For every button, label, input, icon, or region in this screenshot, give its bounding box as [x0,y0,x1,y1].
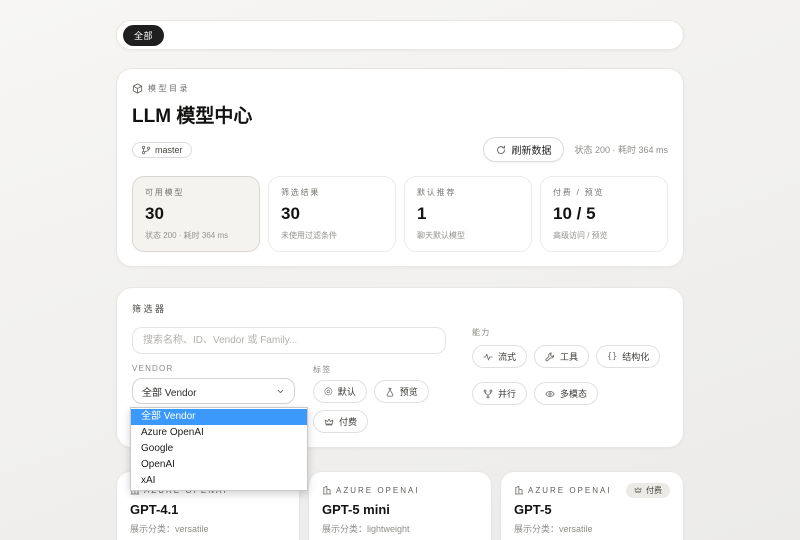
tag-chip-label: 付费 [339,415,357,428]
wrench-icon [545,352,555,362]
capabilities-label: 能力 [472,327,668,338]
refresh-button-label: 刷新数据 [511,142,551,157]
stat-card-available: 可用模型 30 状态 200 · 耗时 364 ms [132,176,260,252]
capability-chip-tools[interactable]: 工具 [534,345,589,368]
tag-chip-label: 默认 [338,385,356,398]
paid-badge: 付费 [626,483,670,498]
vendor-dropdown: 全部 Vendor Azure OpenAI Google OpenAI xAI [130,407,308,491]
capability-chip-label: 流式 [498,350,516,363]
capability-chip-label: 结构化 [622,350,649,363]
header-panel: 模型目录 LLM 模型中心 master 刷新数据 状态 200 · 耗时 36… [116,68,684,267]
stat-card-default: 默认推荐 1 聊天默认模型 [404,176,532,252]
vendor-label: VENDOR [132,364,295,373]
vendor-select-value: 全部 Vendor [142,384,196,399]
branch-badge-label: master [155,145,183,155]
vendor-name: AZURE OPENAI [336,486,420,495]
stat-label: 筛选结果 [281,187,383,198]
filters-title: 筛选器 [132,302,668,315]
stat-card-paid-preview: 付费 / 预览 10 / 5 高级访问 / 预览 [540,176,668,252]
crown-icon [634,486,642,494]
stat-label: 可用模型 [145,187,247,198]
vendor-select[interactable]: 全部 Vendor [132,378,295,404]
model-title: GPT-4.1 [130,502,286,517]
tag-chip-label: 预览 [400,385,418,398]
stat-sub: 未使用过滤条件 [281,230,383,241]
stat-value: 30 [281,204,383,224]
braces-icon: {} [607,352,617,362]
tag-chip-default[interactable]: 默认 [313,380,367,403]
crown-icon [324,417,334,427]
capability-chip-label: 并行 [498,387,516,400]
capability-chip-parallel[interactable]: 并行 [472,382,527,405]
stat-value: 1 [417,204,519,224]
stat-sub: 高级访问 / 预览 [553,230,655,241]
capability-chip-stream[interactable]: 流式 [472,345,527,368]
building-icon [514,485,524,495]
tags-label: 标签 [313,364,446,375]
catalog-box-icon [132,83,143,94]
stat-label: 默认推荐 [417,187,519,198]
refresh-icon [496,145,506,155]
stats-row: 可用模型 30 状态 200 · 耗时 364 ms 筛选结果 30 未使用过滤… [132,176,668,252]
model-title: GPT-5 [514,502,670,517]
target-icon [324,386,333,397]
git-branch-icon [141,145,151,155]
catalog-eyebrow: 模型目录 [132,83,668,94]
capability-chip-label: 工具 [560,350,578,363]
fork-icon [483,389,493,399]
stat-value: 10 / 5 [553,204,655,224]
stat-value: 30 [145,204,247,224]
model-category: 展示分类：versatile [514,522,670,535]
stat-sub: 状态 200 · 耗时 364 ms [145,230,247,241]
building-icon [322,485,332,495]
tag-chip-paid[interactable]: 付费 [313,410,368,433]
page-title: LLM 模型中心 [132,101,668,128]
model-title: GPT-5 mini [322,502,478,517]
capability-chip-structured[interactable]: {} 结构化 [596,345,660,368]
vendor-option-openai[interactable]: OpenAI [131,457,307,473]
status-text: 状态 200 · 耗时 364 ms [574,143,668,156]
stat-sub: 聊天默认模型 [417,230,519,241]
vendor-option-all[interactable]: 全部 Vendor [131,409,307,425]
capability-chip-label: 多模态 [560,387,587,400]
all-filter-button[interactable]: 全部 [123,25,164,46]
stat-card-filtered: 筛选结果 30 未使用过滤条件 [268,176,396,252]
stat-label: 付费 / 预览 [553,187,655,198]
vendor-option-azure-openai[interactable]: Azure OpenAI [131,425,307,441]
chevron-down-icon [276,387,285,396]
model-category: 展示分类：versatile [130,522,286,535]
paid-badge-label: 付费 [646,485,662,496]
model-card-gpt-5-mini[interactable]: AZURE OPENAI GPT-5 mini 展示分类：lightweight… [308,471,492,540]
capability-chip-multimodal[interactable]: 多模态 [534,382,598,405]
vendor-option-google[interactable]: Google [131,441,307,457]
model-category: 展示分类：lightweight [322,522,478,535]
page: 全部 模型目录 LLM 模型中心 master 刷新数据 [116,0,684,540]
top-filter-bar: 全部 [116,20,684,50]
vendor-name: AZURE OPENAI [528,486,612,495]
catalog-eyebrow-label: 模型目录 [148,83,190,94]
flask-icon [385,387,395,397]
filters-panel: 筛选器 VENDOR 全部 Vendor [116,287,684,448]
vendor-option-xai[interactable]: xAI [131,473,307,489]
eye-icon [545,389,555,399]
search-input[interactable] [132,327,446,354]
tag-chip-preview[interactable]: 预览 [374,380,429,403]
refresh-button[interactable]: 刷新数据 [483,137,564,162]
pulse-icon [483,352,493,362]
model-card-gpt-5[interactable]: AZURE OPENAI 付费 GPT-5 展示分类：versatile gpt… [500,471,684,540]
branch-badge: master [132,142,192,158]
